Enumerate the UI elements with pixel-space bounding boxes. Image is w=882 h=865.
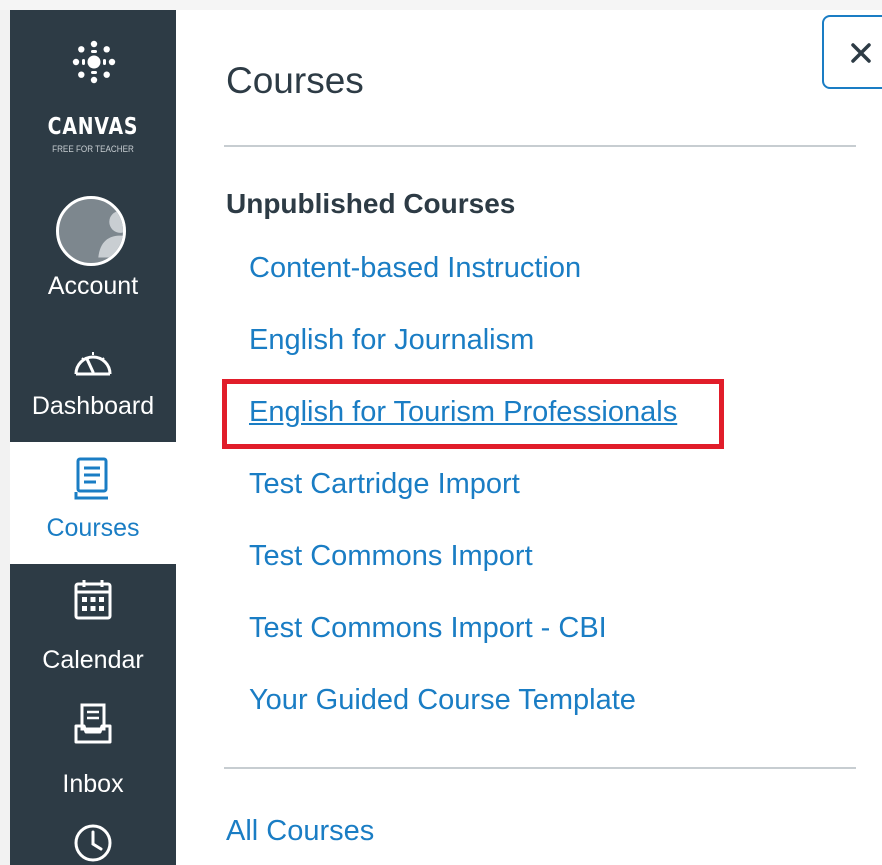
- calendar-icon: [74, 580, 112, 620]
- canvas-logo-icon: [72, 40, 116, 84]
- course-link[interactable]: Content-based Instruction: [249, 252, 581, 285]
- canvas-page: CANVAS FREE FOR TEACHER Account Dashboar…: [0, 0, 882, 865]
- nav-item-dashboard[interactable]: Dashboard: [10, 328, 176, 442]
- course-link[interactable]: Test Commons Import: [249, 540, 533, 573]
- nav-item-account[interactable]: Account: [10, 186, 176, 304]
- close-tray-button[interactable]: [822, 15, 882, 89]
- course-link[interactable]: Your Guided Course Template: [249, 684, 636, 717]
- canvas-wordmark: CANVAS: [47, 114, 139, 140]
- inbox-icon: [74, 703, 112, 744]
- nav-label-calendar: Calendar: [42, 646, 144, 674]
- footer-divider: [224, 767, 856, 769]
- nav-item-inbox[interactable]: Inbox: [10, 696, 176, 806]
- course-link[interactable]: Test Commons Import - CBI: [249, 612, 607, 645]
- all-courses-link[interactable]: All Courses: [226, 815, 374, 848]
- course-link[interactable]: Test Cartridge Import: [249, 468, 520, 501]
- global-navigation: CANVAS FREE FOR TEACHER Account Dashboar…: [10, 10, 176, 865]
- nav-label-courses: Courses: [46, 514, 140, 542]
- nav-label-account: Account: [47, 272, 139, 300]
- avatar: [56, 196, 126, 266]
- courses-book-icon: [74, 457, 108, 500]
- nav-item-courses[interactable]: Courses: [10, 442, 176, 564]
- course-link[interactable]: English for Journalism: [249, 324, 534, 357]
- user-silhouette-icon: [98, 210, 123, 258]
- nav-label-dashboard: Dashboard: [31, 392, 155, 420]
- nav-item-history[interactable]: [10, 816, 176, 865]
- history-clock-icon: [74, 824, 112, 862]
- close-icon: [851, 43, 871, 63]
- canvas-logo[interactable]: CANVAS FREE FOR TEACHER: [10, 10, 176, 180]
- canvas-tagline: FREE FOR TEACHER: [52, 144, 134, 154]
- dashboard-gauge-icon: [74, 352, 112, 376]
- courses-tray: Courses Unpublished Courses Content-base…: [176, 10, 882, 865]
- tray-title: Courses: [226, 60, 364, 101]
- course-link-highlighted[interactable]: English for Tourism Professionals: [249, 396, 677, 429]
- unpublished-courses-heading: Unpublished Courses: [226, 188, 516, 219]
- left-strip: [0, 10, 10, 865]
- title-divider: [224, 145, 856, 147]
- nav-label-inbox: Inbox: [62, 770, 124, 798]
- nav-item-calendar[interactable]: Calendar: [10, 572, 176, 690]
